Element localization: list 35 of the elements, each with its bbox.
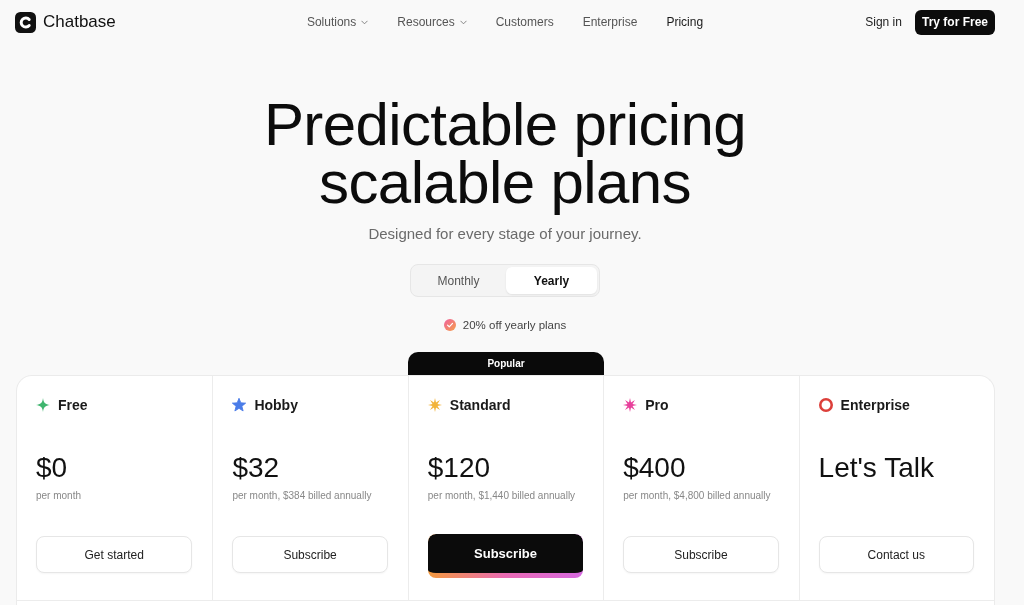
hero-subtitle: Designed for every stage of your journey. [368,224,642,244]
check-badge-icon [443,319,456,331]
price-note: per month [36,489,82,502]
price-note: per month, $1,440 billed annually [427,489,576,502]
plan-name: Hobby [254,397,298,413]
plan-price: $400 [623,451,686,485]
plan-name: Enterprise [840,397,910,413]
plan-name: Free [58,397,88,413]
chevron-down-icon [361,19,369,25]
discount-note: 20% off yearly plans [462,319,567,331]
sign-in-link[interactable]: Sign in [865,15,902,29]
plan-price: $0 [36,451,68,485]
plan-price: Let's Talk [818,451,934,485]
plan-button[interactable]: Subscribe [232,536,388,573]
chevron-down-icon [459,19,467,25]
nav-link[interactable]: Customers [495,14,554,30]
plan-name: Pro [645,397,669,413]
nav-link[interactable]: Enterprise [582,14,638,30]
plan-price: $120 [427,451,491,485]
price-note: per month, $4,800 billed annually [623,489,771,502]
nav-link[interactable]: Solutions [306,14,369,30]
plan-button[interactable]: Contact us [818,536,974,573]
plan-button[interactable]: Subscribe [623,536,779,573]
billing-option[interactable]: Yearly [506,267,597,294]
try-free-button[interactable]: Try for Free [914,9,995,35]
plan-price: $32 [232,451,280,485]
plan-button[interactable]: Get started [36,536,193,573]
brand-name[interactable]: Chatbase [43,12,116,32]
nav-link[interactable]: Pricing [666,14,704,30]
nav-link[interactable]: Resources [397,14,467,30]
logo-icon [15,11,36,33]
plan-name: Standard [449,397,511,413]
billing-option[interactable]: Monthly [413,267,504,294]
price-note: per month, $384 billed annually [232,489,372,502]
popular-label: Popular [407,352,605,375]
